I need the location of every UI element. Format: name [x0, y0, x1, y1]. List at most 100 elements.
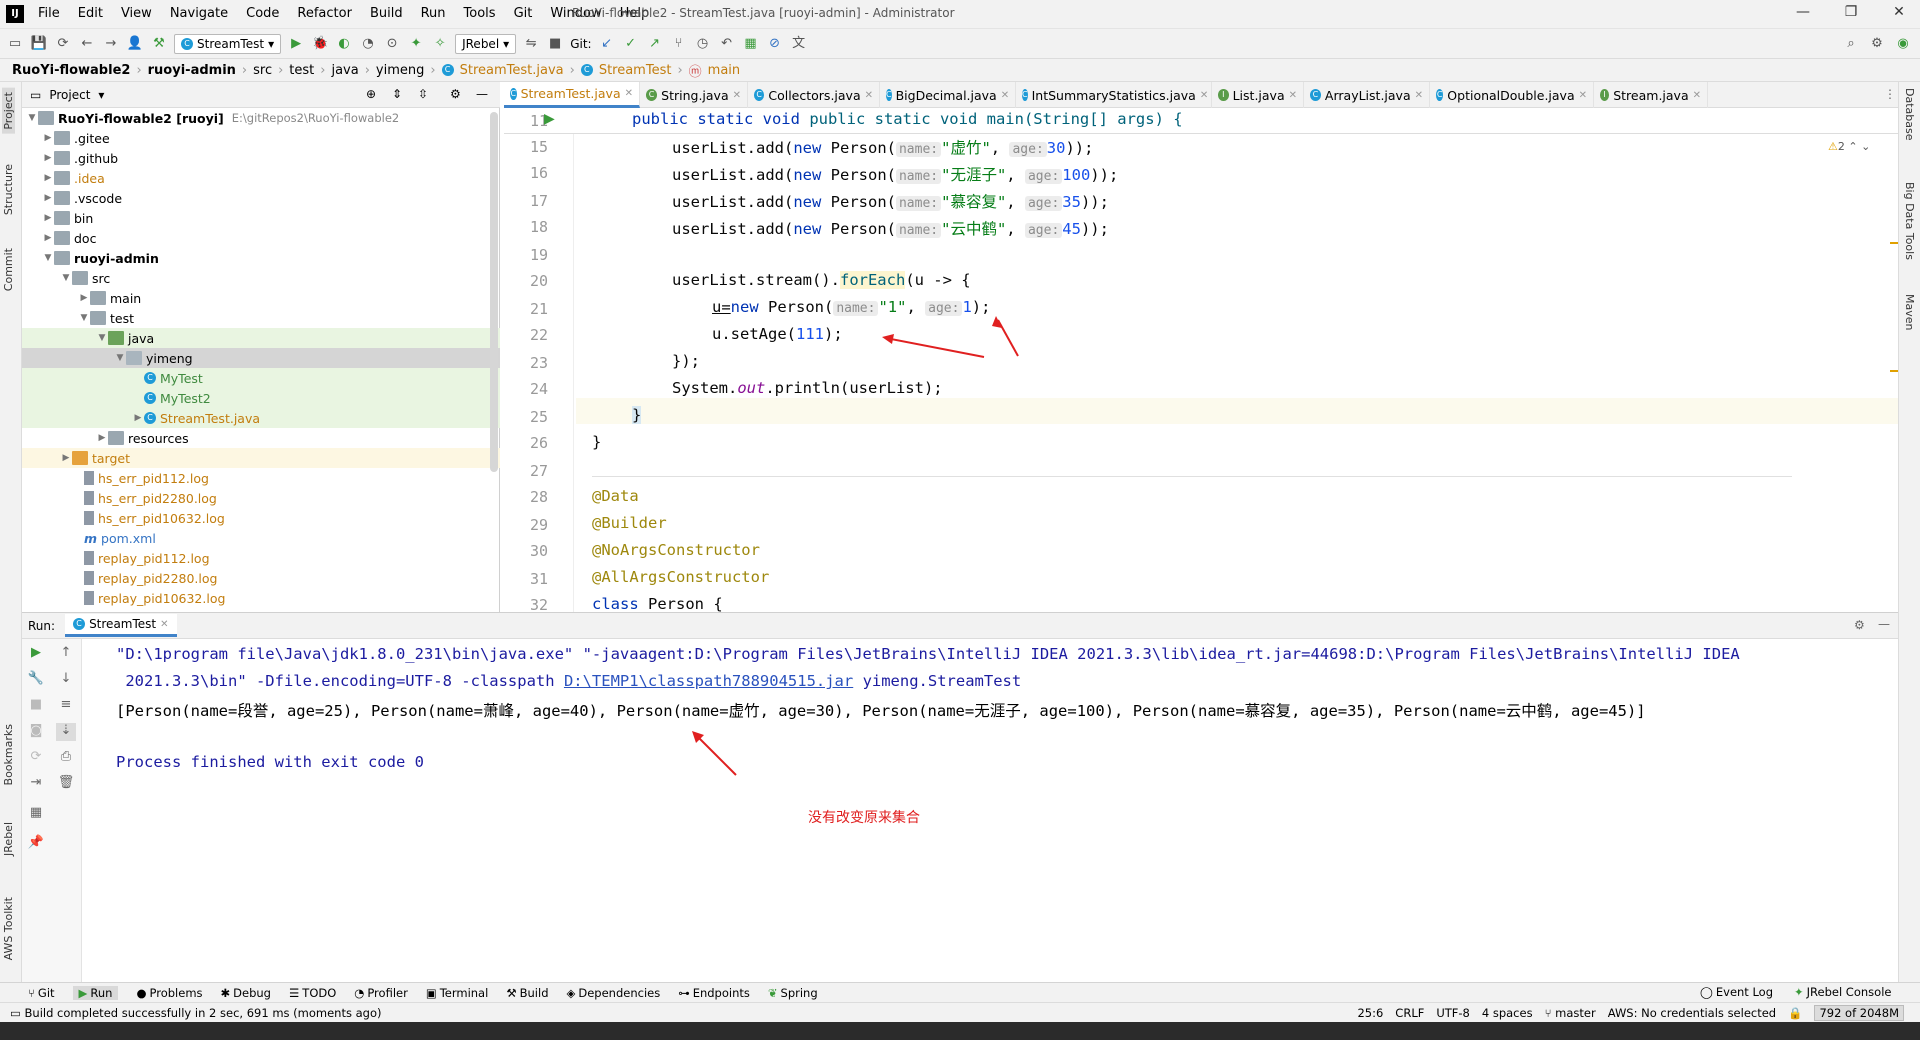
- gear-icon[interactable]: ⚙: [1868, 35, 1886, 53]
- gear-icon[interactable]: ⚙: [450, 87, 461, 101]
- close-icon[interactable]: ✕: [1200, 90, 1208, 101]
- tree-item[interactable]: C MyTest2: [22, 388, 500, 408]
- tree-item[interactable]: ▼ src: [22, 268, 500, 288]
- close-icon[interactable]: ✕: [1001, 90, 1009, 101]
- tab-bigdecimal[interactable]: C BigDecimal.java ✕: [880, 82, 1016, 108]
- code-editor[interactable]: 15 16 17 18 19 20 21 22 23 24 25 26 27 2…: [504, 108, 1898, 614]
- build-hammer-icon[interactable]: ⚒: [150, 35, 168, 53]
- stop-icon[interactable]: ■: [546, 35, 564, 53]
- tool-tab-endpoints[interactable]: ⊶ Endpoints: [678, 986, 750, 1000]
- tree-item[interactable]: ▶ doc: [22, 228, 500, 248]
- sync-icon[interactable]: ⟳: [54, 35, 72, 53]
- tool-tab-spring[interactable]: ❦ Spring: [768, 986, 818, 1000]
- tree-item[interactable]: hs_err_pid112.log: [22, 468, 500, 488]
- menu-code[interactable]: Code: [242, 6, 283, 21]
- tool-tab-bookmarks[interactable]: Bookmarks: [2, 724, 15, 785]
- tool-tab-aws-toolkit[interactable]: AWS Toolkit: [2, 897, 15, 960]
- jrebel-run-icon[interactable]: ✦: [407, 35, 425, 53]
- run-config-select[interactable]: C StreamTest ▾: [174, 33, 282, 54]
- scrollbar[interactable]: [490, 112, 498, 472]
- user-icon[interactable]: 👤: [126, 35, 144, 53]
- tree-item[interactable]: ▼ java: [22, 328, 500, 348]
- menu-git[interactable]: Git: [510, 6, 537, 21]
- close-icon[interactable]: ✕: [733, 90, 741, 101]
- tool-tab-big-data-tools[interactable]: Big Data Tools: [1903, 182, 1916, 260]
- locate-icon[interactable]: ⊕: [366, 87, 376, 101]
- forward-icon[interactable]: →: [102, 35, 120, 53]
- memory-indicator[interactable]: 792 of 2048M: [1814, 1005, 1904, 1021]
- file-encoding[interactable]: UTF-8: [1436, 1006, 1470, 1020]
- tool-tab-maven[interactable]: Maven: [1903, 294, 1916, 330]
- tool-tab-run[interactable]: ▶ Run: [72, 985, 119, 1000]
- lock-icon[interactable]: 🔒: [1788, 1006, 1802, 1020]
- git-branch-icon[interactable]: ⑂: [670, 35, 688, 53]
- debug-icon[interactable]: 🐞: [311, 35, 329, 53]
- tool-tab-debug[interactable]: ✱ Debug: [221, 986, 271, 1000]
- tab-intsummarystatistics[interactable]: C IntSummaryStatistics.java ✕: [1016, 82, 1212, 108]
- open-folder-icon[interactable]: ▭: [6, 35, 24, 53]
- line-separator[interactable]: CRLF: [1395, 1006, 1424, 1020]
- jrebel-sync-icon[interactable]: ⇋: [522, 35, 540, 53]
- menu-refactor[interactable]: Refactor: [293, 6, 356, 21]
- breadcrumb-item[interactable]: StreamTest.java: [460, 63, 564, 78]
- more-tabs-icon[interactable]: ⋮: [1884, 87, 1896, 101]
- tree-item[interactable]: m pom.xml: [22, 528, 500, 548]
- gear-icon[interactable]: ⚙: [1854, 618, 1865, 632]
- tab-arraylist[interactable]: C ArrayList.java ✕: [1304, 82, 1430, 108]
- tree-item[interactable]: ▶ .gitee: [22, 128, 500, 148]
- tool-tab-git[interactable]: ⑂ Git: [28, 986, 55, 1000]
- rollback-icon[interactable]: ↶: [718, 35, 736, 53]
- indent-setting[interactable]: 4 spaces: [1482, 1006, 1533, 1020]
- tool-tab-todo[interactable]: ☰ TODO: [289, 986, 336, 1000]
- breadcrumb-item[interactable]: yimeng: [376, 63, 424, 78]
- breadcrumb-item[interactable]: StreamTest: [599, 63, 672, 78]
- breadcrumb-item[interactable]: main: [708, 63, 740, 78]
- tree-item[interactable]: replay_pid112.log: [22, 548, 500, 568]
- no-entry-icon[interactable]: ⊘: [766, 35, 784, 53]
- tree-item[interactable]: ▶ resources: [22, 428, 500, 448]
- close-icon[interactable]: ✕: [1579, 90, 1587, 101]
- jrebel-select[interactable]: JRebel ▾: [455, 33, 517, 54]
- tree-item[interactable]: ▶ target: [22, 448, 500, 468]
- tree-item[interactable]: hs_err_pid10632.log: [22, 508, 500, 528]
- tree-item[interactable]: ▼ ruoyi-admin: [22, 248, 500, 268]
- profile-icon[interactable]: ◔: [359, 35, 377, 53]
- tab-list[interactable]: I List.java ✕: [1212, 82, 1304, 108]
- tool-tab-project[interactable]: Project: [2, 88, 15, 134]
- tree-item[interactable]: ▶ .vscode: [22, 188, 500, 208]
- tree-item[interactable]: ▶ main: [22, 288, 500, 308]
- project-view-select[interactable]: Project: [49, 88, 90, 102]
- git-update-icon[interactable]: ↙: [598, 35, 616, 53]
- pin-icon[interactable]: 📌: [26, 835, 46, 853]
- menu-view[interactable]: View: [117, 6, 156, 21]
- tool-tab-event-log[interactable]: ◯ Event Log: [1700, 985, 1773, 999]
- breadcrumb-item[interactable]: test: [289, 63, 314, 78]
- tree-item[interactable]: ▼ test: [22, 308, 500, 328]
- tree-item[interactable]: ▶ .idea: [22, 168, 500, 188]
- coverage-icon[interactable]: ◐: [335, 35, 353, 53]
- menu-build[interactable]: Build: [366, 6, 407, 21]
- tree-item[interactable]: replay_pid10632.log: [22, 588, 500, 608]
- tree-item[interactable]: ▼ yimeng: [22, 348, 500, 368]
- tool-tab-jrebel[interactable]: JRebel: [2, 822, 15, 856]
- tree-item[interactable]: C MyTest: [22, 368, 500, 388]
- chevron-down-icon[interactable]: ▾: [98, 88, 104, 102]
- tool-tab-database[interactable]: Database: [1903, 88, 1916, 141]
- menu-run[interactable]: Run: [417, 6, 450, 21]
- tab-optionaldouble[interactable]: C OptionalDouble.java ✕: [1430, 82, 1594, 108]
- maximize-icon[interactable]: ❐: [1840, 4, 1862, 24]
- breadcrumb-item[interactable]: ruoyi-admin: [148, 63, 236, 78]
- plugin-icon[interactable]: ◉: [1894, 35, 1912, 53]
- tool-tab-terminal[interactable]: ▣ Terminal: [426, 986, 488, 1000]
- jrebel-debug-icon[interactable]: ✧: [431, 35, 449, 53]
- git-commit-icon[interactable]: ✓: [622, 35, 640, 53]
- tab-collectors[interactable]: C Collectors.java ✕: [748, 82, 880, 108]
- breadcrumb-item[interactable]: java: [331, 63, 358, 78]
- close-icon[interactable]: ✕: [865, 90, 873, 101]
- back-icon[interactable]: ←: [78, 35, 96, 53]
- tree-item[interactable]: ▶ .github: [22, 148, 500, 168]
- tool-tab-problems[interactable]: ● Problems: [136, 986, 202, 1000]
- hide-icon[interactable]: —: [1878, 617, 1890, 631]
- breadcrumb-item[interactable]: src: [253, 63, 272, 78]
- build-status-message[interactable]: ▭ Build completed successfully in 2 sec,…: [10, 1006, 381, 1020]
